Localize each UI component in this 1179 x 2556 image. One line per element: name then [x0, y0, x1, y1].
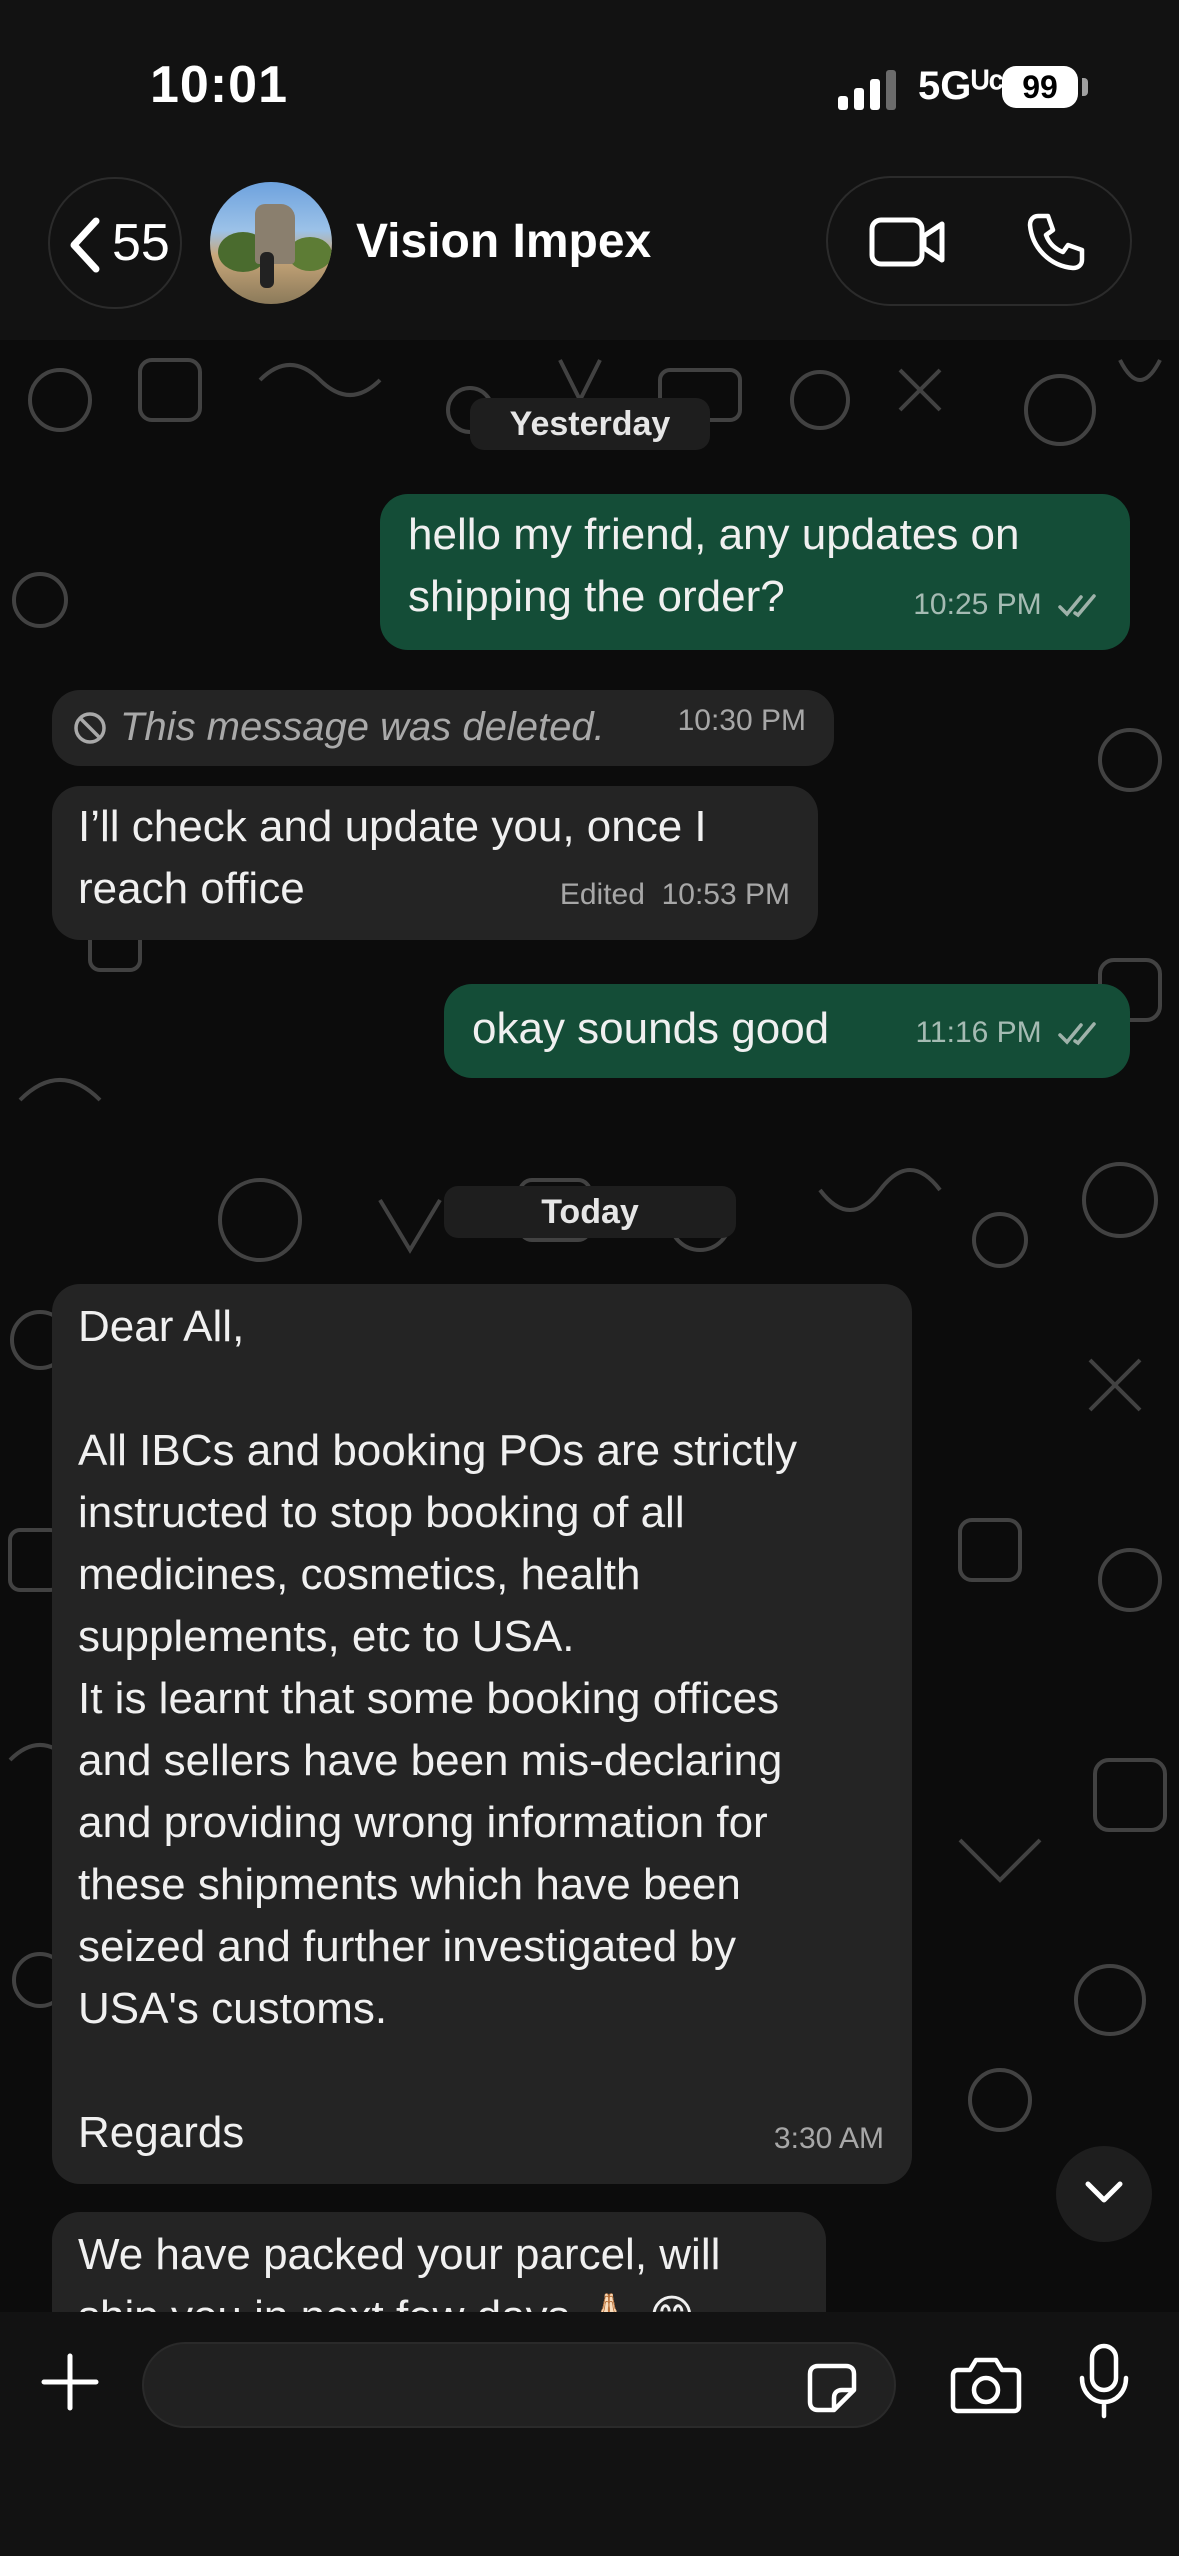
- battery-tip: [1082, 78, 1088, 96]
- message-time: 10:30 PM: [677, 704, 806, 737]
- message-time: 3:30 AM: [773, 2122, 884, 2155]
- deleted-message[interactable]: This message was deleted. 10:30 PM: [52, 690, 834, 766]
- avatar[interactable]: [210, 182, 332, 304]
- message-time: 10:25 PM: [913, 588, 1042, 621]
- unread-count: 55: [112, 214, 170, 272]
- double-check-icon: [1058, 594, 1096, 618]
- date-divider-yesterday: Yesterday: [470, 398, 710, 450]
- network-label: 5Gᵁᶜ: [918, 64, 1004, 108]
- sticker-icon[interactable]: [804, 2360, 860, 2416]
- message-time: 10:53 PM: [661, 878, 790, 911]
- double-check-icon: [1058, 1022, 1096, 1046]
- microphone-icon[interactable]: [1076, 2342, 1132, 2422]
- call-buttons: [826, 176, 1132, 306]
- incoming-message[interactable]: I’ll check and update you, once I reach …: [52, 786, 818, 940]
- message-text: We have packed your parcel, will ship yo…: [78, 2230, 721, 2312]
- message-input[interactable]: [172, 2344, 816, 2428]
- contact-name[interactable]: Vision Impex: [356, 214, 651, 269]
- date-divider-today: Today: [444, 1186, 736, 1238]
- plus-icon[interactable]: [38, 2350, 102, 2414]
- incoming-message[interactable]: Dear All, All IBCs and booking POs are s…: [52, 1284, 912, 2184]
- deleted-text: This message was deleted.: [120, 705, 605, 749]
- chat-area[interactable]: Yesterday hello my friend, any updates o…: [0, 340, 1179, 2312]
- edited-label: Edited: [559, 878, 645, 911]
- camera-icon[interactable]: [950, 2354, 1022, 2414]
- message-input-field[interactable]: [142, 2342, 896, 2428]
- phone-icon[interactable]: [1024, 210, 1088, 274]
- chevron-down-icon: [1085, 2181, 1123, 2203]
- blocked-icon: [74, 712, 106, 744]
- back-button[interactable]: 55: [48, 177, 182, 309]
- outgoing-message[interactable]: hello my friend, any updates on shipping…: [380, 494, 1130, 650]
- video-call-icon[interactable]: [868, 214, 948, 270]
- chat-header: 55 Vision Impex: [0, 170, 1179, 340]
- scroll-to-bottom-button[interactable]: [1056, 2146, 1152, 2242]
- message-meta: 10:25 PM: [913, 574, 1102, 636]
- battery-icon: 99: [1002, 66, 1078, 108]
- status-time: 10:01: [150, 56, 288, 114]
- message-meta: 11:16 PM: [915, 1002, 1102, 1064]
- message-text: Dear All, All IBCs and booking POs are s…: [78, 1302, 797, 2157]
- outgoing-message[interactable]: okay sounds good 11:16 PM: [444, 984, 1130, 1078]
- incoming-message[interactable]: We have packed your parcel, will ship yo…: [52, 2212, 826, 2312]
- status-bar: 10:01 5Gᵁᶜ 99: [0, 0, 1179, 170]
- signal-icon: [838, 70, 896, 110]
- message-meta: Edited 10:53 PM: [560, 864, 790, 926]
- message-time: 11:16 PM: [915, 1016, 1042, 1049]
- message-composer: [0, 2312, 1179, 2556]
- message-text: okay sounds good: [472, 1004, 830, 1053]
- chevron-left-icon: [70, 217, 100, 273]
